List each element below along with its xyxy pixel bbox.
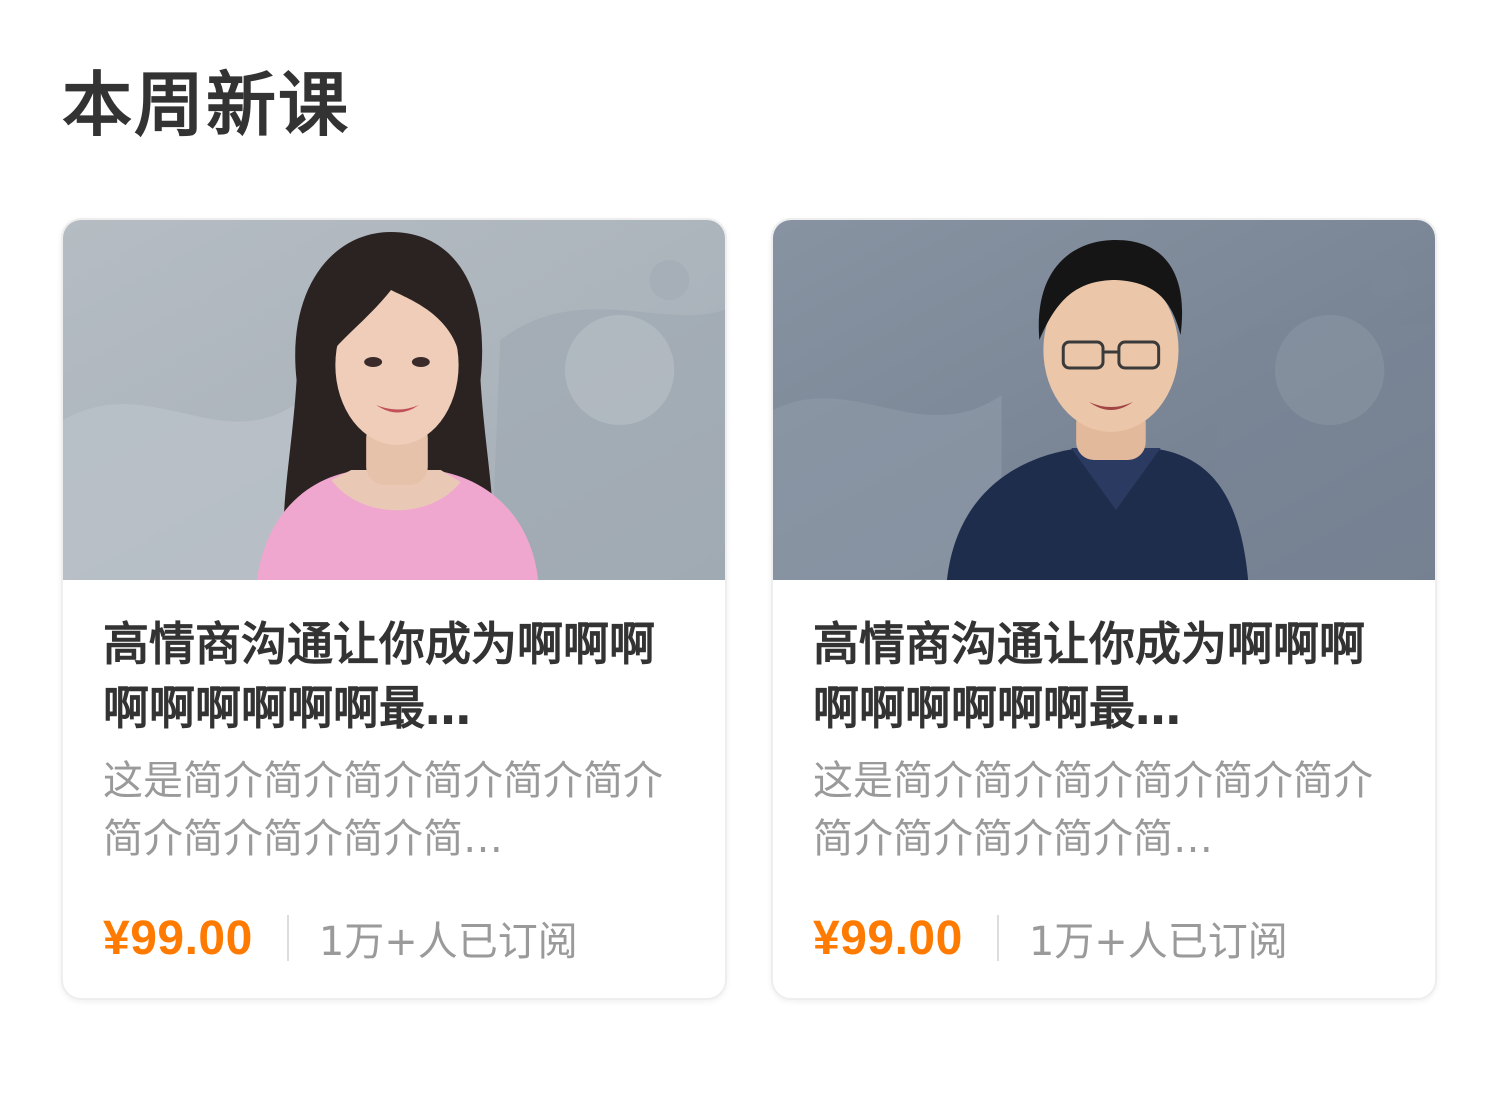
course-title[interactable]: 高情商沟通让你成为啊啊啊啊啊啊啊啊啊最… [813,612,1393,740]
meta-divider [996,915,999,961]
course-card[interactable]: 高情商沟通让你成为啊啊啊啊啊啊啊啊啊最… 这是简介简介简介简介简介简介简介简介简… [771,218,1437,1000]
course-cover-image[interactable] [773,220,1435,580]
subscriber-count: 1万+人已订阅 [1028,919,1288,965]
course-price: ¥99.00 [103,911,253,965]
teacher-photo-female [63,220,725,580]
course-cover-image[interactable] [63,220,725,580]
subscriber-count: 1万+人已订阅 [318,919,578,965]
meta-divider [286,915,289,961]
course-meta: ¥99.00 1万+人已订阅 [813,910,1288,966]
course-title[interactable]: 高情商沟通让你成为啊啊啊啊啊啊啊啊啊最… [103,612,683,740]
course-meta: ¥99.00 1万+人已订阅 [103,910,578,966]
course-description: 这是简介简介简介简介简介简介简介简介简介简介简… [103,758,663,862]
course-description: 这是简介简介简介简介简介简介简介简介简介简介简… [813,758,1373,862]
course-price: ¥99.00 [813,911,963,965]
teacher-photo-male [773,220,1435,580]
section-title: 本周新课 [62,64,350,146]
course-card[interactable]: 高情商沟通让你成为啊啊啊啊啊啊啊啊啊最… 这是简介简介简介简介简介简介简介简介简… [61,218,727,1000]
